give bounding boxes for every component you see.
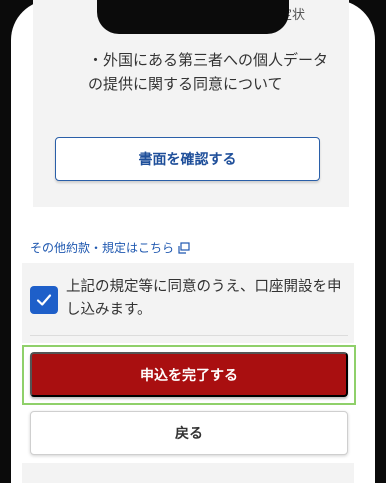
phone-notch — [97, 0, 289, 34]
agree-checkbox[interactable] — [30, 286, 58, 314]
external-link-icon — [178, 241, 190, 254]
document-title: ・外国にある第三者への個人データの提供に関する同意について — [88, 51, 329, 93]
back-button[interactable]: 戻る — [30, 411, 348, 455]
checkmark-icon — [36, 294, 52, 306]
other-terms-link[interactable]: その他約款・規定はこちら — [30, 239, 190, 256]
confirm-document-button[interactable]: 書面を確認する — [55, 137, 320, 181]
phone-frame: 規定状 ・外国にある第三者への個人データの提供に関する同意について 書面を確認す… — [0, 0, 386, 483]
agree-label: 上記の規定等に同意のうえ、口座開設を申し込みます。 — [66, 279, 342, 318]
divider — [30, 335, 348, 336]
bottom-band — [22, 463, 354, 483]
submit-application-button[interactable]: 申込を完了する — [30, 352, 348, 397]
other-terms-label: その他約款・規定はこちら — [30, 241, 175, 255]
